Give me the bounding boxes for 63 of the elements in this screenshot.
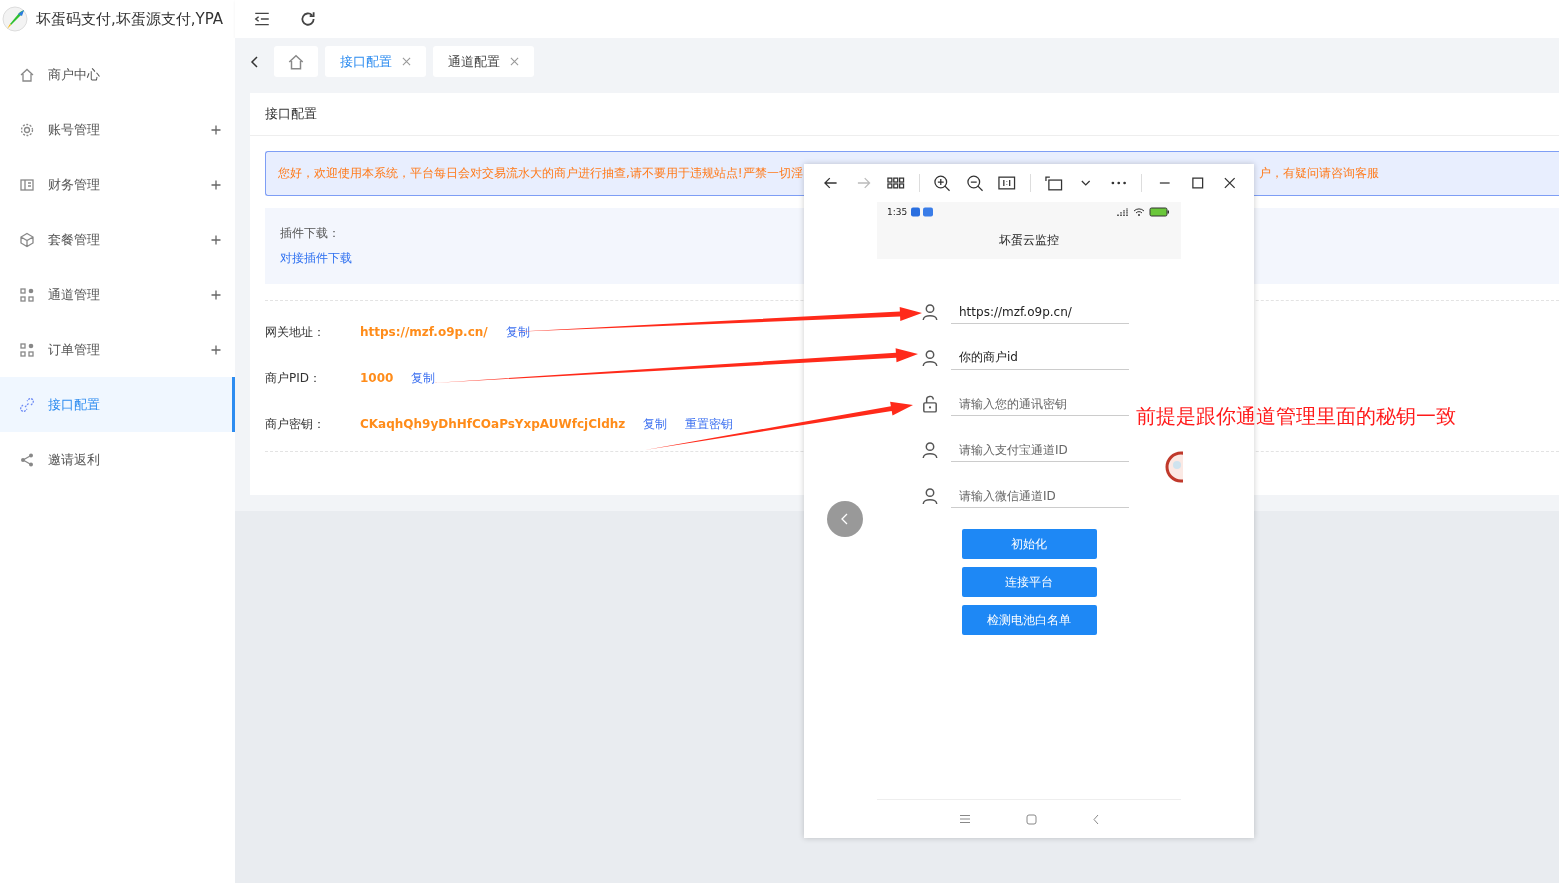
field-label: 商户密钥： <box>265 415 326 433</box>
menu-collapse-icon[interactable] <box>253 10 271 28</box>
field-label: 网关地址： <box>265 323 326 341</box>
link-icon <box>19 396 35 413</box>
notice-text: 您好，欢迎使用本系统，平台每日会对交易流水大的商户进行抽查,请不要用于违规站点!严禁一切淫 <box>278 165 803 182</box>
user-icon <box>921 487 939 505</box>
sidebar-item[interactable]: 商户中心 <box>0 47 235 102</box>
app-button[interactable]: 初始化 <box>961 529 1097 559</box>
plus-icon[interactable] <box>211 234 221 245</box>
field-value: https://mzf.o9p.cn/ <box>360 325 488 339</box>
notification-icons <box>911 207 936 217</box>
field-value: CKaqhQh9yDhHfCOaPsYxpAUWfcjCldhz <box>360 417 626 431</box>
sidebar-item[interactable]: 订单管理 <box>0 322 235 377</box>
menu-icon[interactable] <box>958 814 971 824</box>
home-icon <box>19 66 35 83</box>
sidebar-item[interactable]: 财务管理 <box>0 157 235 212</box>
book-icon <box>19 176 35 193</box>
action-link[interactable]: 复制 <box>411 369 436 387</box>
zoom-out-icon[interactable] <box>964 173 985 193</box>
app-title: 坏蛋码支付,坏蛋源支付,YPA <box>36 9 224 29</box>
page-tab[interactable]: 通道配置 <box>433 46 534 77</box>
field-value: 1000 <box>360 371 394 385</box>
back-chevron-icon[interactable] <box>249 54 261 69</box>
sidebar-item[interactable]: 账号管理 <box>0 102 235 157</box>
app-button[interactable]: 检测电池白名单 <box>961 605 1097 635</box>
status-time: 1:35 <box>887 207 908 217</box>
user-icon <box>921 441 939 459</box>
previous-image-button[interactable] <box>827 501 863 537</box>
field-label: 商户PID： <box>265 369 322 387</box>
notice-text: 户，有疑问请咨询客服 <box>1259 165 1379 182</box>
home-tab[interactable] <box>274 46 318 77</box>
status-icons <box>1117 207 1171 217</box>
plus-icon[interactable] <box>211 344 221 355</box>
zoom-in-icon[interactable] <box>932 173 952 193</box>
mascot-icon <box>1163 449 1183 485</box>
action-link[interactable]: 复制 <box>643 415 668 433</box>
action-link[interactable]: 重置密钥 <box>685 415 734 433</box>
gear-icon <box>19 121 35 138</box>
plugin-download-link[interactable]: 对接插件下载 <box>280 250 352 267</box>
cube-icon <box>19 231 35 248</box>
app-button[interactable]: 连接平台 <box>961 567 1097 597</box>
action-link[interactable]: 复制 <box>505 323 530 341</box>
plus-icon[interactable] <box>211 289 221 300</box>
home-square-icon[interactable] <box>1025 813 1037 825</box>
share-icon <box>19 451 35 468</box>
user-icon <box>921 349 939 367</box>
chevron-left-icon[interactable] <box>840 512 850 526</box>
sidebar-item[interactable]: 邀请返利 <box>0 432 235 487</box>
plus-icon[interactable] <box>211 179 221 190</box>
annotation-text: 前提是跟你通道管理里面的秘钥一致 <box>1136 403 1456 430</box>
grid-icon <box>19 286 35 303</box>
plugin-label: 插件下载： <box>280 225 340 242</box>
home-icon <box>287 52 305 71</box>
lock-icon <box>921 395 939 413</box>
plus-icon[interactable] <box>211 124 221 135</box>
grid-icon <box>19 341 35 358</box>
page-tab[interactable]: 接口配置 <box>325 46 426 77</box>
user-icon <box>921 303 939 321</box>
sidebar-item[interactable]: 套餐管理 <box>0 212 235 267</box>
card-title: 接口配置 <box>250 93 1559 136</box>
app-title: 坏蛋云监控 <box>998 232 1060 249</box>
sidebar-item[interactable]: 通道管理 <box>0 267 235 322</box>
refresh-icon[interactable] <box>299 10 317 28</box>
